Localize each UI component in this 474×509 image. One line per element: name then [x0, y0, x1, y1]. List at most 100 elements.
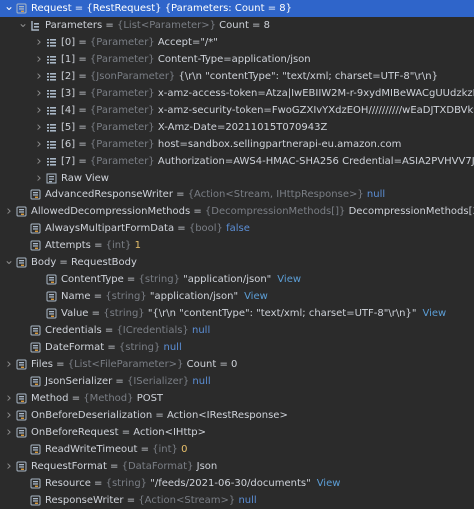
chevron-right-icon[interactable]: › [34, 153, 44, 170]
field-icon [16, 359, 27, 370]
chevron-right-icon[interactable]: › [34, 102, 44, 119]
tree-row-text: Parameters = {List<Parameter>} Count = 8 [45, 17, 270, 34]
tree-row-readwritetimeout[interactable]: ReadWriteTimeout = {int} 0 [0, 441, 474, 458]
tree-row-5[interactable]: › [5] = {Parameter} X-Amz-Date=20211015T0… [0, 119, 474, 136]
tree-row-text: [6] = {Parameter} host=sandbox.sellingpa… [61, 136, 401, 153]
equals-sign: = [172, 189, 188, 200]
view-link[interactable]: View [277, 274, 301, 285]
equals-sign: = [52, 359, 68, 370]
tree-row-dateformat[interactable]: DateFormat = {string} null [0, 339, 474, 356]
tree-row-0[interactable]: › [0] = {Parameter} Accept="/*" [0, 34, 474, 51]
field-icon [30, 495, 41, 506]
variable-name: Body [31, 257, 57, 268]
tree-row-files[interactable]: › Files = {List<FileParameter>} Count = 0 [0, 356, 474, 373]
variable-value: Json [196, 461, 218, 472]
chevron-right-icon[interactable]: › [4, 407, 14, 424]
chevron-down-icon[interactable]: ⌄ [4, 254, 14, 271]
tree-row-value[interactable]: Value = {string} "{\r\n "contentType": "… [0, 305, 474, 322]
field-icon [16, 427, 27, 438]
variable-name: Files [31, 359, 53, 370]
chevron-right-icon[interactable]: › [34, 170, 44, 187]
equals-sign: = [106, 461, 122, 472]
chevron-right-icon[interactable]: › [34, 136, 44, 153]
array-item-icon [46, 71, 57, 82]
field-icon [16, 393, 27, 404]
chevron-right-icon[interactable]: › [34, 119, 44, 136]
chevron-right-icon[interactable]: › [4, 458, 14, 475]
tree-row-text: AdvancedResponseWriter = {Action<Stream,… [45, 186, 385, 203]
tree-row-7[interactable]: › [7] = {Parameter} Authorization=AWS4-HM… [0, 153, 474, 170]
view-link[interactable]: View [317, 478, 341, 489]
tree-row-2[interactable]: › [2] = {JsonParameter} {\r\n "contentTyp… [0, 68, 474, 85]
chevron-down-icon[interactable]: ⌄ [4, 0, 14, 17]
tree-row-jsonserializer[interactable]: JsonSerializer = {ISerializer} null [0, 373, 474, 390]
equals-sign: = [90, 291, 106, 302]
chevron-right-icon[interactable]: › [34, 34, 44, 51]
tree-row-requestformat[interactable]: › RequestFormat = {DataFormat} Json [0, 458, 474, 475]
chevron-right-icon[interactable]: › [34, 68, 44, 85]
view-link[interactable]: View [244, 291, 268, 302]
variable-value: Count = 8 [219, 20, 270, 31]
chevron-right-icon[interactable]: › [34, 85, 44, 102]
chevron-right-icon[interactable]: › [34, 51, 44, 68]
field-icon [30, 478, 41, 489]
variable-value: "{\r\n "contentType": "text/xml; charset… [147, 308, 417, 319]
tree-row-responsewriter[interactable]: ResponseWriter = {Action<Stream>} null [0, 492, 474, 509]
tree-row-4[interactable]: › [4] = {Parameter} x-amz-security-token=… [0, 102, 474, 119]
variable-value: "application/json" [183, 274, 272, 285]
tree-row-3[interactable]: › [3] = {Parameter} x-amz-access-token=At… [0, 85, 474, 102]
tree-row-alwaysmultipartformdata[interactable]: AlwaysMultipartFormData = {bool} false [0, 220, 474, 237]
tree-row-credentials[interactable]: Credentials = {ICredentials} null [0, 322, 474, 339]
tree-row-text: Credentials = {ICredentials} null [45, 322, 210, 339]
tree-row-contenttype[interactable]: ContentType = {string} "application/json… [0, 271, 474, 288]
tree-row-text: DateFormat = {string} null [45, 339, 182, 356]
tree-row-text: [1] = {Parameter} Content-Type=applicati… [61, 51, 311, 68]
view-link[interactable]: View [423, 308, 447, 319]
tree-row-text: Value = {string} "{\r\n "contentType": "… [61, 305, 446, 322]
tree-row-1[interactable]: › [1] = {Parameter} Content-Type=applicat… [0, 51, 474, 68]
equals-sign: = [68, 393, 84, 404]
list-icon [30, 20, 41, 31]
tree-row-6[interactable]: › [6] = {Parameter} host=sandbox.sellingp… [0, 136, 474, 153]
variable-value: null [366, 189, 386, 200]
variable-type: {List<Parameter>} [117, 20, 220, 31]
tree-row-text: ContentType = {string} "application/json… [61, 271, 301, 288]
equals-sign: = [90, 478, 106, 489]
variable-type: {Parameter} [89, 139, 158, 150]
field-icon [16, 410, 27, 421]
chevron-right-icon[interactable]: › [4, 203, 14, 220]
chevron-right-icon[interactable]: › [4, 356, 14, 373]
tree-row-alloweddecompressionmethods[interactable]: › AllowedDecompressionMethods = {Decompre… [0, 203, 474, 220]
array-item-icon [46, 105, 57, 116]
tree-row-onbeforedeserialization[interactable]: › OnBeforeDeserialization = Action<IRestR… [0, 407, 474, 424]
variable-value: null [163, 342, 182, 353]
array-item-icon [46, 139, 57, 150]
equals-sign: = [75, 156, 90, 167]
tree-row-onbeforerequest[interactable]: › OnBeforeRequest = Action<IHttp> [0, 424, 474, 441]
chevron-down-icon[interactable]: ⌄ [18, 17, 28, 34]
equals-sign: = [75, 105, 90, 116]
equals-sign: = [112, 376, 127, 387]
chevron-right-icon[interactable]: › [4, 390, 14, 407]
tree-row-method[interactable]: › Method = {Method} POST [0, 390, 474, 407]
variable-value: Accept="/*" [157, 37, 218, 48]
tree-row-attempts[interactable]: Attempts = {int} 1 [0, 237, 474, 254]
variable-name: [5] [61, 122, 76, 133]
tree-row-text: Method = {Method} POST [31, 390, 163, 407]
variable-name: [3] [61, 88, 76, 99]
tree-row-parameters[interactable]: ⌄ Parameters = {List<Parameter>} Count = … [0, 17, 474, 34]
variable-name: OnBeforeDeserialization [31, 410, 153, 421]
variable-name: Value [61, 308, 89, 319]
equals-sign: = [102, 20, 117, 31]
tree-row-raw-view[interactable]: › Raw View [0, 170, 474, 187]
tree-row-name[interactable]: Name = {string} "application/json" View [0, 288, 474, 305]
tree-row-text: Request = {RestRequest} {Parameters: Cou… [31, 0, 292, 17]
tree-row-advancedresponsewriter[interactable]: AdvancedResponseWriter = {Action<Stream,… [0, 186, 474, 203]
tree-row-text: ResponseWriter = {Action<Stream>} null [45, 492, 257, 509]
variable-name: AlwaysMultipartFormData [45, 223, 175, 234]
tree-row-body[interactable]: ⌄ Body = RequestBody [0, 254, 474, 271]
tree-row-resource[interactable]: Resource = {string} "/feeds/2021-06-30/d… [0, 475, 474, 492]
equals-sign: = [71, 3, 87, 14]
chevron-right-icon[interactable]: › [4, 424, 14, 441]
tree-row-request[interactable]: ⌄ Request = {RestRequest} {Parameters: Co… [0, 0, 474, 17]
